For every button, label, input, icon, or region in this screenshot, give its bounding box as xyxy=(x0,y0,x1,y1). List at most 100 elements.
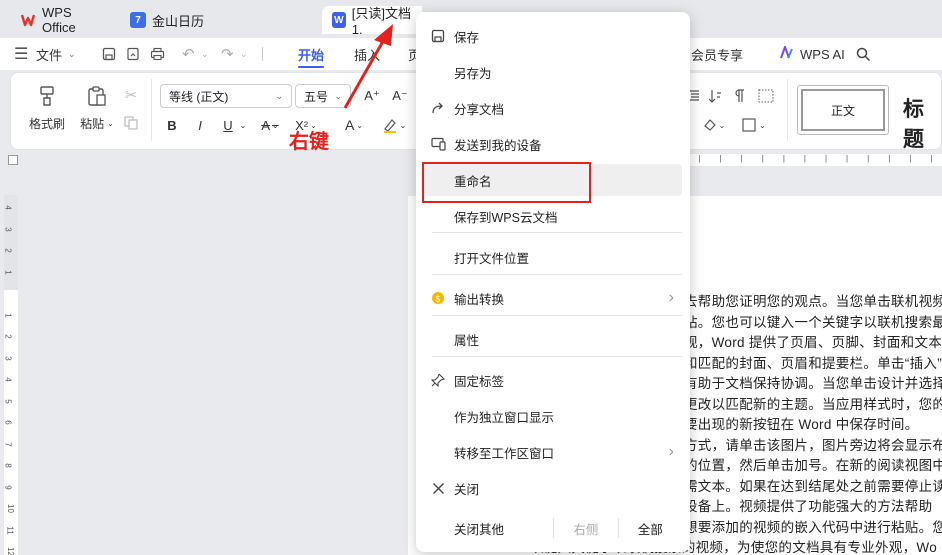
grow-font-icon[interactable]: A⁺ xyxy=(361,86,383,106)
context-menu-item[interactable]: 作为独立窗口显示 xyxy=(422,400,682,432)
context-menu-item[interactable]: 保存 xyxy=(422,20,682,52)
tab-wps-office[interactable]: WPS Office xyxy=(10,5,118,35)
borders-icon[interactable]: ⌄ xyxy=(739,115,769,135)
chevron-down-icon: ⌄ xyxy=(275,90,283,101)
tab-calendar[interactable]: 7 金山日历 xyxy=(120,6,316,34)
font-size-select[interactable]: 五号 ⌄ xyxy=(295,84,351,108)
tab-insert[interactable]: 插入 xyxy=(354,38,380,70)
copy-icon[interactable] xyxy=(121,113,141,133)
document-text-line: 需文本。如果在达到结尾处之前需要停止读 xyxy=(684,478,942,494)
divider xyxy=(151,79,152,141)
tab-label: WPS Office xyxy=(42,5,76,35)
ruler-number: 7 xyxy=(3,441,13,447)
context-menu-item[interactable]: 关闭 xyxy=(422,472,682,504)
paste-icon[interactable] xyxy=(79,83,115,109)
print-icon[interactable] xyxy=(150,38,165,70)
context-menu-item-label: 发送到我的设备 xyxy=(454,138,542,153)
menu-icon[interactable]: ☰ xyxy=(14,38,28,70)
font-name-select[interactable]: 等线 (正文) ⌄ xyxy=(160,84,292,108)
document-text-line: 更改以匹配新的主题。当应用样式时，您的 xyxy=(684,396,942,412)
paste-button[interactable]: 粘贴 ⌄ xyxy=(75,113,119,133)
document-text-line: 设备上。视频提供了功能强大的方法帮助 xyxy=(684,499,933,514)
underline-button[interactable]: U xyxy=(219,115,237,135)
ruler-number: 12 xyxy=(5,547,15,555)
ruler-number: 4 xyxy=(3,377,13,382)
chevron-down-icon: ⌄ xyxy=(107,118,114,128)
context-menu-item[interactable]: 发送到我的设备 xyxy=(422,128,682,160)
chevron-down-icon: ⌄ xyxy=(68,48,76,59)
format-painter-label[interactable]: 格式刷 xyxy=(25,113,69,133)
document-text-line: 去帮助您证明您的观点。当您单击联机视频 xyxy=(684,294,942,309)
tab-stop-icon[interactable] xyxy=(8,155,18,165)
show-marks-icon[interactable] xyxy=(729,86,749,106)
close-right-button[interactable]: 右侧 xyxy=(554,519,617,538)
chevron-down-icon: ⌄ xyxy=(334,90,342,101)
context-menu-item-label: 固定标签 xyxy=(454,374,505,389)
font-name-value: 等线 (正文) xyxy=(169,89,229,104)
context-menu-item-label: 保存 xyxy=(454,30,480,45)
wps-ai-button[interactable]: WPS AI xyxy=(780,38,845,70)
context-menu-item-label: 另存为 xyxy=(454,66,492,81)
close-all-button[interactable]: 全部 xyxy=(619,519,682,538)
text-effect-icon[interactable]: A ⌄ xyxy=(341,115,367,135)
save-quick-icon[interactable] xyxy=(102,38,116,70)
device-icon xyxy=(430,136,446,152)
pin-icon xyxy=(430,372,446,388)
strikethrough-icon[interactable]: A ⌄ xyxy=(257,115,283,135)
chevron-right-icon: › xyxy=(668,289,674,306)
format-painter-icon[interactable] xyxy=(29,83,65,109)
tab-document[interactable]: W [只读]文档1. xyxy=(322,6,422,37)
ruler-number: 3 xyxy=(3,226,13,232)
wps-ai-label: WPS AI xyxy=(800,46,845,62)
tab-vip[interactable]: 会员专享 xyxy=(691,38,743,70)
context-menu-item-label: 关闭 xyxy=(454,482,480,497)
sort-icon[interactable] xyxy=(705,86,725,106)
italic-button[interactable]: I xyxy=(191,115,209,135)
search-icon[interactable] xyxy=(856,38,871,70)
redo-icon[interactable]: ↷ xyxy=(221,38,234,70)
context-menu-item[interactable]: 另存为 xyxy=(422,56,682,88)
tab-label: 金山日历 xyxy=(152,13,205,29)
context-menu-item[interactable]: 打开文件位置 xyxy=(422,241,682,273)
context-menu-item[interactable]: 保存到WPS云文档 xyxy=(422,200,682,232)
context-menu-item[interactable]: 固定标签 xyxy=(422,364,682,396)
undo-icon[interactable]: ↶ xyxy=(182,38,195,70)
save-icon xyxy=(430,28,446,44)
calendar-icon: 7 xyxy=(130,12,146,28)
context-menu-item-label: 输出转换 xyxy=(454,292,505,307)
close-others-button[interactable]: 关闭其他 xyxy=(454,519,553,538)
context-menu-item[interactable]: 属性 xyxy=(422,323,682,355)
divider xyxy=(787,79,788,141)
highlight-icon[interactable]: ⌄ xyxy=(379,115,409,135)
ruler-ticks: | | | | | | | | | | | | xyxy=(689,154,942,166)
chevron-down-icon[interactable]: ⌄ xyxy=(237,115,249,135)
context-menu-item-label: 属性 xyxy=(454,333,480,348)
shading-icon[interactable]: ⌄ xyxy=(701,115,727,135)
context-menu-item[interactable]: 转移至工作区窗口 › xyxy=(422,436,682,468)
table-border-icon[interactable] xyxy=(755,86,777,106)
style-normal[interactable]: 正文 xyxy=(797,85,889,135)
export-icon[interactable] xyxy=(126,38,140,70)
context-menu-item-label: 作为独立窗口显示 xyxy=(454,410,555,425)
style-heading[interactable]: 标题 xyxy=(903,93,941,153)
context-menu: 保存 另存为 分享文档 发送到我的设备 重命名 保存到WPS云文档 打开文件位置 $ 输出转换 ›… xyxy=(416,12,690,552)
vertical-ruler: 4 3 2 1 1 2 3 4 5 6 7 8 9 10 11 12 xyxy=(4,195,18,555)
shrink-font-icon[interactable]: A⁻ xyxy=(389,86,411,106)
chevron-down-icon: ⌄ xyxy=(201,48,209,59)
document-text-line: 观，Word 提供了页眉、页脚、封面和文本 xyxy=(684,335,942,350)
file-menu[interactable]: 文件 ⌄ xyxy=(36,38,76,70)
ruler-number: 5 xyxy=(3,398,13,404)
ruler-number: 11 xyxy=(5,525,15,535)
menu-separator xyxy=(432,232,682,233)
share-icon xyxy=(430,100,446,116)
tab-start[interactable]: 开始 xyxy=(298,38,325,70)
context-menu-item[interactable]: 分享文档 xyxy=(422,92,682,124)
document-text-line: 要出现的新按钮在 Word 中保存时间。 xyxy=(684,417,919,432)
wps-ai-icon xyxy=(780,44,795,62)
paste-label: 粘贴 xyxy=(80,116,105,131)
bold-button[interactable]: B xyxy=(163,115,181,135)
word-doc-icon: W xyxy=(332,12,346,28)
ruler-number: 4 xyxy=(3,205,13,210)
context-menu-item[interactable]: $ 输出转换 › xyxy=(422,282,682,314)
cut-icon[interactable]: ✂ xyxy=(121,85,141,105)
